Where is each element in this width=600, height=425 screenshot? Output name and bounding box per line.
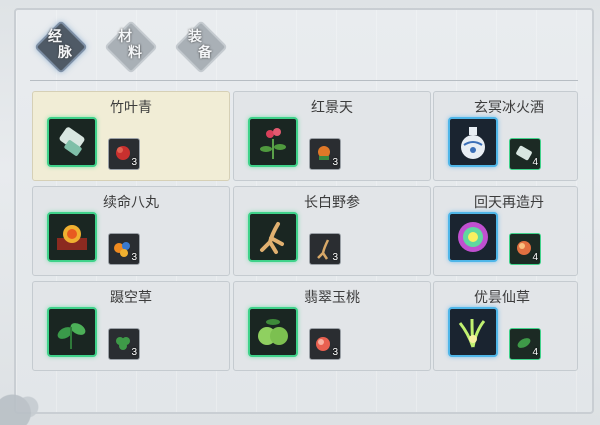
item-card[interactable]: 翡翠玉桃 3	[233, 281, 431, 371]
item-name: 红景天	[311, 100, 353, 116]
porcelain-vase-icon[interactable]	[448, 117, 498, 167]
material-slot[interactable]: 4	[509, 138, 541, 170]
item-name: 续命八丸	[103, 195, 159, 211]
tab-label-bottom: 脉	[58, 45, 72, 61]
tab-label-bottom: 料	[128, 45, 142, 61]
item-card[interactable]: 竹叶青 3	[32, 91, 230, 181]
material-slot[interactable]: 4	[509, 328, 541, 360]
material-count: 3	[131, 347, 137, 358]
item-name: 蹑空草	[110, 290, 152, 306]
tab-label-bottom: 备	[198, 45, 212, 61]
corner-decoration	[0, 365, 62, 425]
item-name: 玄冥冰火酒	[474, 100, 544, 116]
red-flower-herb-icon[interactable]	[248, 117, 298, 167]
material-slot[interactable]: 3	[309, 328, 341, 360]
item-name: 回天再造丹	[474, 195, 544, 211]
material-count: 3	[332, 252, 338, 263]
ginseng-root-icon[interactable]	[248, 212, 298, 262]
material-slot[interactable]: 4	[509, 233, 541, 265]
tab-materials[interactable]: 材 料	[104, 20, 158, 74]
material-slot[interactable]: 3	[108, 138, 140, 170]
material-count: 3	[332, 347, 338, 358]
pill-box-icon[interactable]	[47, 212, 97, 262]
glowing-grass-icon[interactable]	[448, 307, 498, 357]
green-leaf-herb-icon[interactable]	[47, 307, 97, 357]
divider	[30, 80, 578, 81]
item-card[interactable]: 优昙仙草 4	[433, 281, 578, 371]
material-count: 4	[532, 157, 538, 168]
item-name: 竹叶青	[110, 100, 152, 116]
material-count: 3	[131, 157, 137, 168]
glowing-pill-icon[interactable]	[448, 212, 498, 262]
tab-equipment[interactable]: 装 备	[174, 20, 228, 74]
material-slot[interactable]: 3	[108, 233, 140, 265]
material-count: 3	[332, 157, 338, 168]
item-name: 长白野参	[304, 195, 360, 211]
tab-meridian[interactable]: 经 脉	[34, 20, 88, 74]
material-count: 3	[131, 252, 137, 263]
material-slot[interactable]: 3	[108, 328, 140, 360]
item-name: 翡翠玉桃	[304, 290, 360, 306]
material-slot[interactable]: 3	[309, 138, 341, 170]
material-count: 4	[532, 252, 538, 263]
item-name: 优昙仙草	[474, 290, 530, 306]
material-count: 4	[532, 347, 538, 358]
scroll-icon[interactable]	[47, 117, 97, 167]
item-card[interactable]: 红景天 3	[233, 91, 431, 181]
item-card[interactable]: 回天再造丹 4	[433, 186, 578, 276]
jade-peach-icon[interactable]	[248, 307, 298, 357]
material-slot[interactable]: 3	[309, 233, 341, 265]
item-card[interactable]: 长白野参 3	[233, 186, 431, 276]
item-card[interactable]: 续命八丸 3	[32, 186, 230, 276]
item-card[interactable]: 蹑空草 3	[32, 281, 230, 371]
item-card[interactable]: 玄冥冰火酒 4	[433, 91, 578, 181]
